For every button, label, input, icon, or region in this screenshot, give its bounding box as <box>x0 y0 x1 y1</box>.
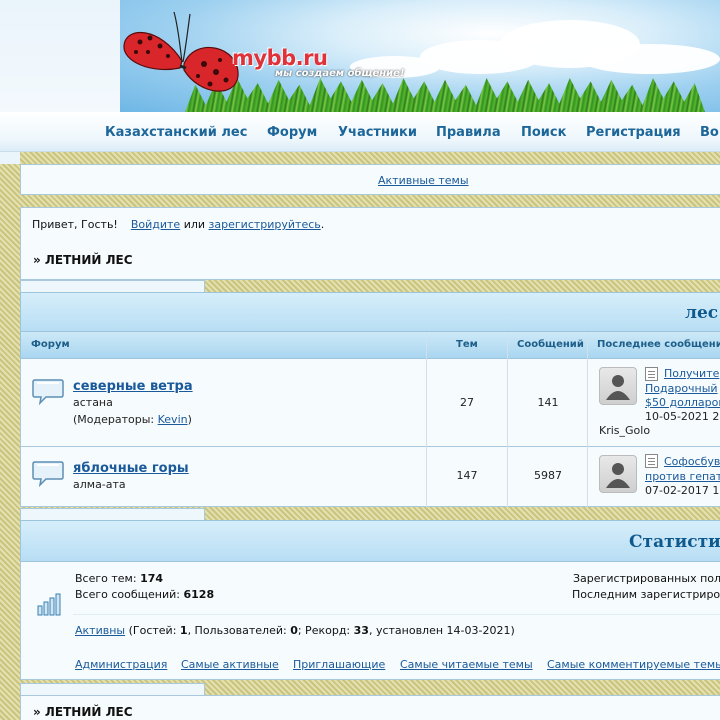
nav-forum[interactable]: Форум <box>267 125 317 140</box>
online-link[interactable]: Активны <box>75 624 125 637</box>
forum-link[interactable]: северные ветра <box>73 379 193 394</box>
breadcrumb-bottom-panel: » ЛЕТНИЙ ЛЕС <box>20 695 720 720</box>
period-text: . <box>320 218 325 231</box>
last-post-link-line1[interactable]: Получите <box>664 367 719 380</box>
col-forum: Форум <box>31 339 70 350</box>
last-post-link-line3[interactable]: $50 долларов <box>645 396 720 409</box>
forum-bubble-icon <box>32 461 64 487</box>
butterfly-logo-icon <box>123 11 239 92</box>
last-post-author: Kris_Golo <box>599 424 651 437</box>
login-link[interactable]: Войдите <box>131 218 180 231</box>
nav-search[interactable]: Поиск <box>521 125 566 140</box>
stats-title: Статисти <box>629 532 720 552</box>
stats-panel: Всего тем: 174 Всего сообщений: 6128 Зар… <box>20 562 720 680</box>
col-last-post: Последнее сообщени <box>597 339 720 350</box>
total-posts: Всего сообщений: 6128 <box>75 588 215 601</box>
forum-row: северные ветра астана (Модераторы: Kevin… <box>20 359 720 447</box>
col-topics: Тем <box>456 339 478 350</box>
nav-rules[interactable]: Правила <box>436 125 501 140</box>
active-topics-panel: Активные темы <box>20 164 720 195</box>
topics-count: 27 <box>460 396 474 409</box>
logo-slogan: мы создаем общение! <box>275 68 405 79</box>
breadcrumb-bottom: » ЛЕТНИЙ ЛЕС <box>33 705 133 719</box>
stats-header: Статисти <box>20 520 720 562</box>
nav-home[interactable]: Казахстанский лес <box>105 125 247 140</box>
posts-count: 141 <box>537 396 559 409</box>
left-strip <box>0 152 20 164</box>
welcome-line: Привет, Гость! Войдите или зарегистрируй… <box>32 218 324 231</box>
online-stats: Активны (Гостей: 1, Пользователей: 0; Ре… <box>75 624 515 637</box>
category-tab <box>20 280 205 292</box>
last-post-link-line1[interactable]: Софосбув <box>664 455 720 468</box>
breadcrumb-top: » ЛЕТНИЙ ЛЕС <box>33 253 133 267</box>
forum-row: яблочные горы алма-ата 147 5987 Софосбув… <box>20 447 720 507</box>
most-read-topics-link[interactable]: Самые читаемые темы <box>400 658 533 671</box>
logo-text: mybb.ru <box>232 46 328 70</box>
main-navigation: Казахстанский лес Форум Участники Правил… <box>0 112 720 152</box>
bar-chart-icon <box>37 593 61 616</box>
nav-register[interactable]: Регистрация <box>586 125 681 140</box>
forum-table-header: Форум Тем Сообщений Последнее сообщени <box>20 332 720 359</box>
posts-count: 5987 <box>534 469 562 482</box>
inviters-link[interactable]: Приглашающие <box>293 658 385 671</box>
site-header: mybb.ru мы создаем общение! <box>0 0 720 112</box>
last-post-date: 10-05-2021 2 <box>645 410 720 423</box>
stats-tab <box>20 508 205 520</box>
forum-description: астана <box>73 396 113 409</box>
forum-description: алма-ата <box>73 478 126 491</box>
topics-count: 147 <box>456 469 478 482</box>
category-title: лес <box>685 303 719 323</box>
forum-moderators: (Модераторы: Kevin) <box>73 413 192 426</box>
or-text: или <box>183 218 206 231</box>
avatar[interactable] <box>599 455 637 493</box>
most-commented-topics-link[interactable]: Самые комментируемые темы <box>547 658 720 671</box>
mybb-logo[interactable]: mybb.ru мы создаем общение! <box>232 46 405 79</box>
admin-link[interactable]: Администрация <box>75 658 167 671</box>
most-active-link[interactable]: Самые активные <box>181 658 279 671</box>
category-header: лес <box>20 292 720 332</box>
last-post-link-line2[interactable]: против гепат <box>645 470 720 483</box>
forum-link[interactable]: яблочные горы <box>73 461 189 476</box>
active-topics-link[interactable]: Активные темы <box>378 174 469 187</box>
post-icon <box>645 367 658 381</box>
forum-bubble-icon <box>32 379 64 405</box>
nav-members[interactable]: Участники <box>338 125 417 140</box>
col-posts: Сообщений <box>517 339 584 350</box>
nav-login[interactable]: Во <box>700 125 719 140</box>
breadcrumb-tab <box>20 683 205 695</box>
last-post-link-line2[interactable]: Подарочный <box>645 382 718 395</box>
last-registered: Последним зарегистриро <box>572 588 720 601</box>
total-topics: Всего тем: 174 <box>75 572 164 585</box>
welcome-panel: Привет, Гость! Войдите или зарегистрируй… <box>20 207 720 280</box>
registered-users: Зарегистрированных пол <box>573 572 720 585</box>
post-icon <box>645 454 658 468</box>
greeting-text: Привет, Гость! <box>32 218 118 231</box>
last-post-date: 07-02-2017 1 <box>645 484 720 497</box>
register-link[interactable]: зарегистрируйтесь <box>209 218 321 231</box>
avatar[interactable] <box>599 367 637 405</box>
moderator-link[interactable]: Kevin <box>158 413 188 426</box>
